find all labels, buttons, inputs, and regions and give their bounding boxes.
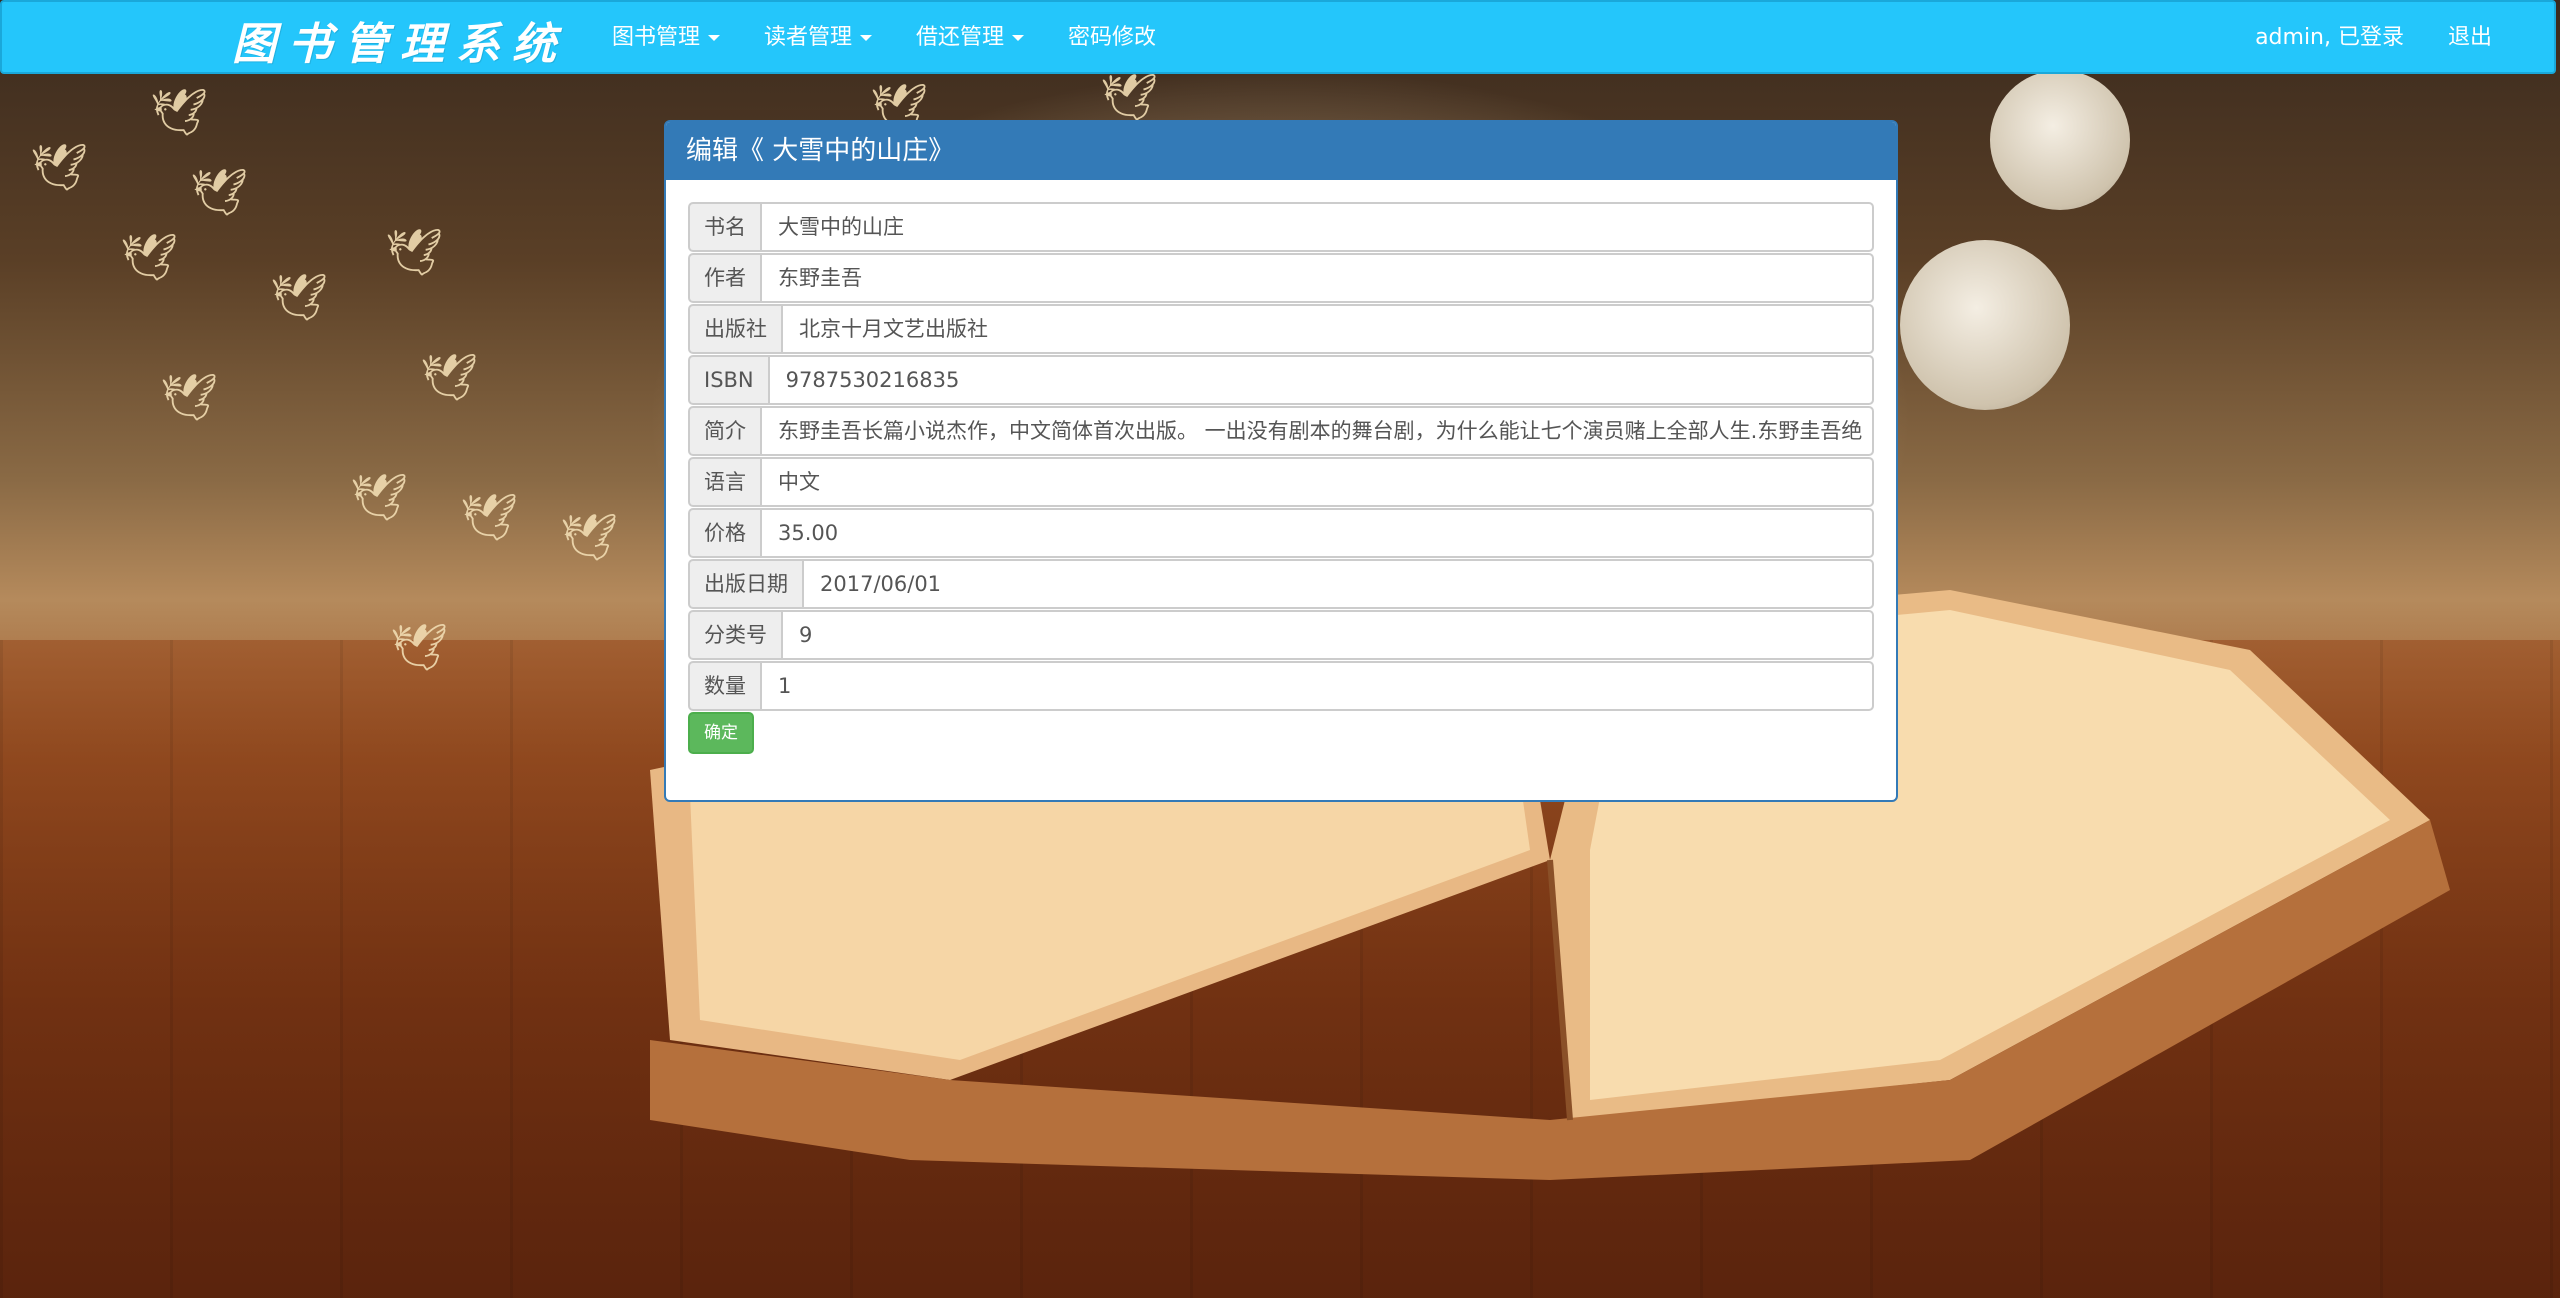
menu-label: 密码修改 <box>1068 25 1157 50</box>
brand-logo[interactable]: 图书管理系统 <box>232 8 568 72</box>
edit-book-panel: 编辑《 大雪中的山庄》 书名 大雪中的山庄 作者 东野圭吾 出版社 北京十月文艺… <box>664 120 1898 802</box>
flower-decoration <box>1990 70 2130 210</box>
panel-title: 编辑《 大雪中的山庄》 <box>666 122 1896 180</box>
form-row-price: 价格 35.00 <box>688 508 1874 558</box>
field-label: 语言 <box>688 457 760 507</box>
bird-decoration: 🕊 <box>460 490 519 544</box>
bird-decoration: 🕊 <box>560 510 619 564</box>
bird-decoration: 🕊 <box>30 140 89 194</box>
form-row-introduction: 简介 东野圭吾长篇小说杰作，中文简体首次出版。 一出没有剧本的舞台剧，为什么能让… <box>688 406 1874 456</box>
form-row-author: 作者 东野圭吾 <box>688 253 1874 303</box>
caret-down-icon <box>860 35 873 41</box>
confirm-button[interactable]: 确定 <box>688 712 754 754</box>
caret-down-icon <box>1012 35 1025 41</box>
field-label: 出版社 <box>688 304 781 354</box>
form-row-class-id: 分类号 9 <box>688 610 1874 660</box>
field-label: 书名 <box>688 202 760 252</box>
menu-label: 读者管理 <box>764 25 853 50</box>
price-input[interactable]: 35.00 <box>760 508 1874 558</box>
menu-label: 图书管理 <box>612 25 701 50</box>
publisher-input[interactable]: 北京十月文艺出版社 <box>781 304 1874 354</box>
bird-decoration: 🕊 <box>420 350 479 404</box>
edit-book-form: 书名 大雪中的山庄 作者 东野圭吾 出版社 北京十月文艺出版社 ISBN 978… <box>666 180 1896 754</box>
bird-decoration: 🕊 <box>190 165 249 219</box>
form-row-number: 数量 1 <box>688 661 1874 711</box>
bird-decoration: 🕊 <box>160 370 219 424</box>
field-label: 出版日期 <box>688 559 802 609</box>
menu-book-management[interactable]: 图书管理 <box>590 2 742 74</box>
bird-decoration: 🕊 <box>270 270 329 324</box>
form-row-publisher: 出版社 北京十月文艺出版社 <box>688 304 1874 354</box>
form-row-isbn: ISBN 9787530216835 <box>688 355 1874 405</box>
bird-decoration: 🕊 <box>120 230 179 284</box>
field-label: 简介 <box>688 406 760 456</box>
isbn-input[interactable]: 9787530216835 <box>767 355 1874 405</box>
caret-down-icon <box>708 35 721 41</box>
field-label: 作者 <box>688 253 760 303</box>
author-input[interactable]: 东野圭吾 <box>760 253 1874 303</box>
form-row-pub-date: 出版日期 2017/06/01 <box>688 559 1874 609</box>
bird-decoration: 🕊 <box>385 225 444 279</box>
menu-change-password[interactable]: 密码修改 <box>1046 2 1178 74</box>
form-row-language: 语言 中文 <box>688 457 1874 507</box>
field-label: 分类号 <box>688 610 781 660</box>
top-navbar: 图书管理系统 图书管理 读者管理 借还管理 密码修改 admin, 已登录 退出 <box>0 0 2556 74</box>
pub-date-input[interactable]: 2017/06/01 <box>802 559 1874 609</box>
menu-reader-management[interactable]: 读者管理 <box>742 2 894 74</box>
field-label: ISBN <box>688 355 768 405</box>
class-id-input[interactable]: 9 <box>781 610 1874 660</box>
menu-label: 借还管理 <box>916 25 1005 50</box>
introduction-input[interactable]: 东野圭吾长篇小说杰作，中文简体首次出版。 一出没有剧本的舞台剧，为什么能让七个演… <box>760 406 1874 456</box>
book-name-input[interactable]: 大雪中的山庄 <box>760 202 1874 252</box>
quantity-input[interactable]: 1 <box>760 661 1874 711</box>
field-label: 数量 <box>688 661 760 711</box>
bird-decoration: 🕊 <box>350 470 409 524</box>
bird-decoration: 🕊 <box>1100 70 1159 124</box>
logout-link[interactable]: 退出 <box>2426 2 2514 74</box>
language-input[interactable]: 中文 <box>760 457 1874 507</box>
field-label: 价格 <box>688 508 760 558</box>
user-status[interactable]: admin, 已登录 <box>2233 2 2426 74</box>
flower-decoration <box>1900 240 2070 410</box>
user-menu: admin, 已登录 退出 <box>2233 2 2514 74</box>
bird-decoration: 🕊 <box>150 85 209 139</box>
form-row-title: 书名 大雪中的山庄 <box>688 202 1874 252</box>
menu-borrow-return-management[interactable]: 借还管理 <box>894 2 1046 74</box>
bird-decoration: 🕊 <box>390 620 449 674</box>
main-menu: 图书管理 读者管理 借还管理 密码修改 <box>590 2 1178 74</box>
